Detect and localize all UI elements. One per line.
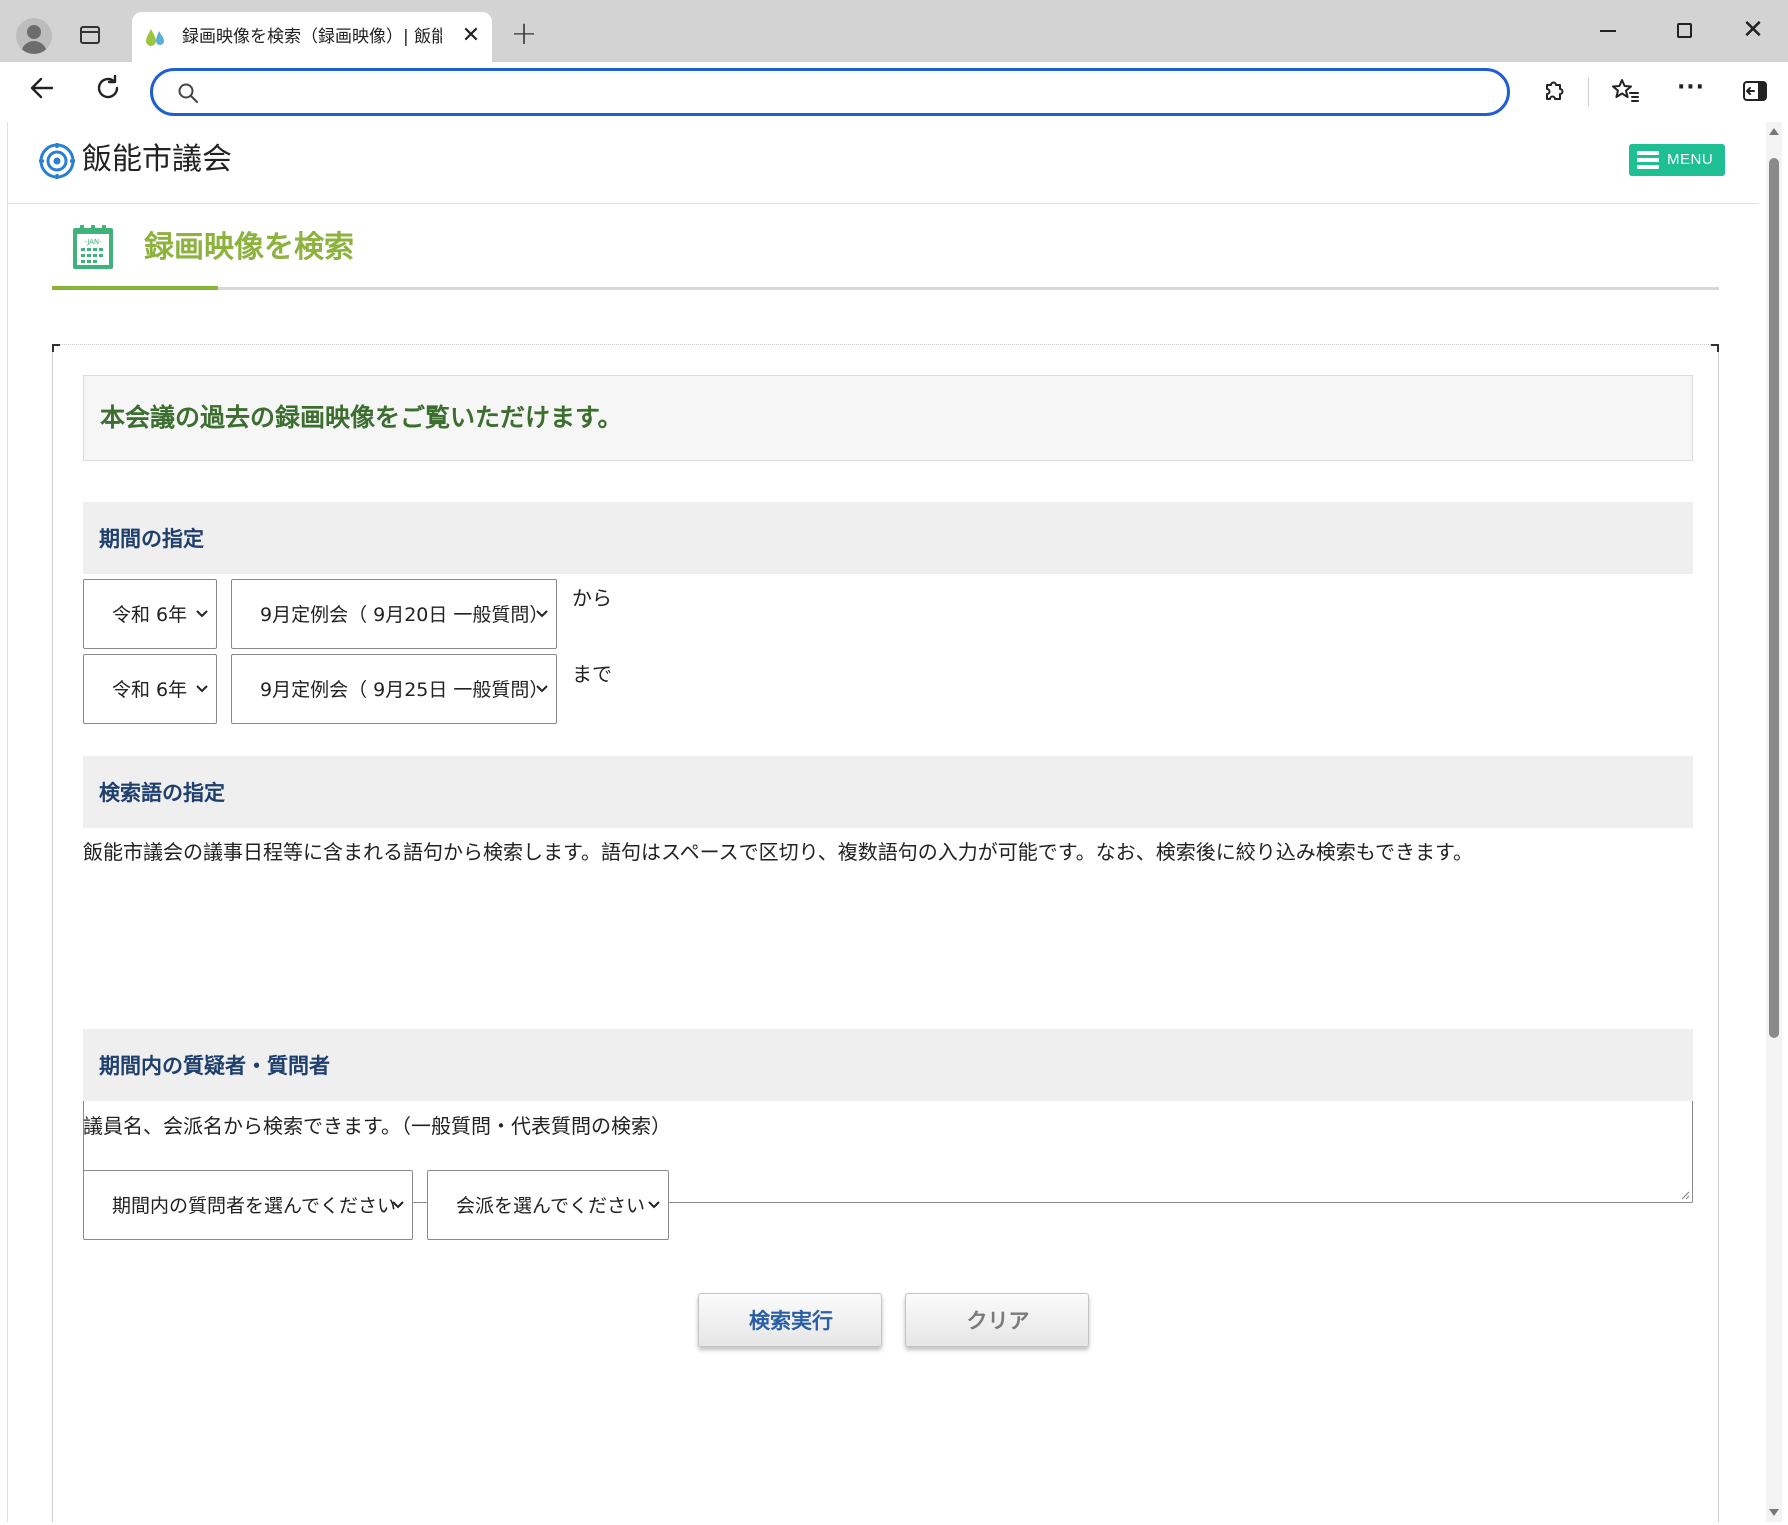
search-button[interactable]: 検索実行 — [698, 1293, 882, 1347]
chevron-down-icon — [536, 610, 548, 618]
site-favicon-icon — [146, 29, 164, 46]
keyword-description: 飯能市議会の議事日程等に含まれる語句から検索します。語句はスペースで区切り、複数… — [83, 840, 1473, 864]
speaker-section-heading: 期間内の質疑者・質問者 — [83, 1029, 1693, 1101]
tab-title: 録画映像を検索（録画映像）| 飯能市議会 — [182, 27, 442, 47]
extensions-puzzle-icon[interactable] — [1538, 76, 1568, 106]
scroll-up-arrow-icon[interactable] — [1769, 128, 1779, 135]
frame-corner — [52, 344, 60, 352]
sidebar-toggle-icon[interactable] — [1740, 76, 1770, 106]
calendar-icon-label: -JAN- — [84, 238, 102, 246]
site-header: 飯能市議会 MENU — [8, 122, 1758, 204]
to-session-select[interactable]: 9月定例会（ 9月25日 一般質問） — [231, 654, 557, 724]
intro-box: 本会議の過去の録画映像をご覧いただけます。 — [83, 375, 1693, 461]
address-bar[interactable] — [150, 68, 1510, 116]
chevron-down-icon — [648, 1201, 660, 1209]
to-year-select[interactable]: 令和 6年 — [83, 654, 217, 724]
search-button-label: 検索実行 — [749, 1309, 833, 1333]
browser-tab-bar: 録画映像を検索（録画映像）| 飯能市議会 ✕ + ✕ — [0, 0, 1788, 62]
chevron-down-icon — [196, 685, 208, 693]
toolbar-divider — [1588, 78, 1589, 106]
favorites-star-icon[interactable] — [1610, 76, 1640, 106]
page-viewport: 飯能市議会 MENU -JAN- 録画映像を検索 本会議の過去の録画映像をご覧い… — [7, 122, 1767, 1522]
reload-icon[interactable] — [92, 72, 124, 104]
from-year-value: 令和 6年 — [112, 604, 188, 626]
speaker-description: 議員名、会派名から検索できます。（一般質問・代表質問の検索） — [83, 1114, 671, 1138]
page-title-row: -JAN- 録画映像を検索 — [52, 210, 1719, 290]
keyword-section-heading: 検索語の指定 — [83, 756, 1693, 828]
from-session-value: 9月定例会（ 9月20日 一般質問） — [260, 604, 549, 626]
browser-tab-active[interactable]: 録画映像を検索（録画映像）| 飯能市議会 ✕ — [132, 12, 492, 62]
to-year-value: 令和 6年 — [112, 679, 188, 701]
hamburger-icon — [1637, 151, 1659, 169]
tab-close-icon[interactable]: ✕ — [457, 22, 485, 50]
from-year-select[interactable]: 令和 6年 — [83, 579, 217, 649]
chevron-down-icon — [196, 610, 208, 618]
member-select-value: 期間内の質問者を選んでください — [112, 1195, 397, 1217]
chevron-down-icon — [536, 685, 548, 693]
speaker-heading-text: 期間内の質疑者・質問者 — [99, 1054, 330, 1078]
chevron-down-icon — [392, 1201, 404, 1209]
period-heading-text: 期間の指定 — [99, 527, 204, 551]
faction-select-value: 会派を選んでください — [456, 1195, 646, 1217]
address-input[interactable] — [213, 77, 1483, 107]
frame-corner — [1711, 344, 1719, 352]
search-form-panel: 本会議の過去の録画映像をご覧いただけます。 期間の指定 令和 6年 9月定例会（… — [52, 344, 1719, 1522]
scroll-thumb[interactable] — [1769, 158, 1779, 1038]
member-select[interactable]: 期間内の質問者を選んでください — [83, 1170, 413, 1240]
clear-button-label: クリア — [966, 1309, 1030, 1333]
profile-avatar-icon[interactable] — [16, 18, 52, 54]
calendar-icon: -JAN- — [73, 225, 113, 269]
new-tab-icon[interactable]: + — [508, 17, 540, 50]
to-session-value: 9月定例会（ 9月25日 一般質問） — [260, 679, 549, 701]
menu-button[interactable]: MENU — [1629, 144, 1725, 176]
clear-button[interactable]: クリア — [905, 1293, 1089, 1347]
page-title: 録画映像を検索 — [144, 230, 354, 265]
to-suffix: まで — [572, 662, 612, 686]
resize-grip-icon[interactable] — [1680, 1190, 1690, 1200]
menu-label: MENU — [1667, 151, 1714, 168]
minimize-icon[interactable] — [1600, 30, 1616, 32]
back-arrow-icon[interactable] — [26, 72, 58, 104]
page-scrollbar[interactable] — [1766, 122, 1782, 1522]
browser-toolbar: ··· — [0, 62, 1788, 122]
scroll-down-arrow-icon[interactable] — [1769, 1509, 1779, 1516]
from-suffix: から — [572, 586, 612, 610]
from-session-select[interactable]: 9月定例会（ 9月20日 一般質問） — [231, 579, 557, 649]
tab-actions-icon[interactable] — [80, 26, 100, 44]
intro-text: 本会議の過去の録画映像をご覧いただけます。 — [100, 403, 623, 432]
faction-select[interactable]: 会派を選んでください — [427, 1170, 669, 1240]
city-emblem-icon[interactable] — [38, 142, 76, 180]
window-close-icon[interactable]: ✕ — [1737, 14, 1769, 46]
site-name[interactable]: 飯能市議会 — [82, 138, 232, 182]
search-icon — [178, 83, 198, 103]
more-options-icon[interactable]: ··· — [1676, 76, 1706, 106]
maximize-icon[interactable] — [1677, 23, 1692, 38]
keyword-heading-text: 検索語の指定 — [99, 781, 225, 805]
title-underline-accent — [52, 286, 218, 290]
period-section-heading: 期間の指定 — [83, 502, 1693, 574]
